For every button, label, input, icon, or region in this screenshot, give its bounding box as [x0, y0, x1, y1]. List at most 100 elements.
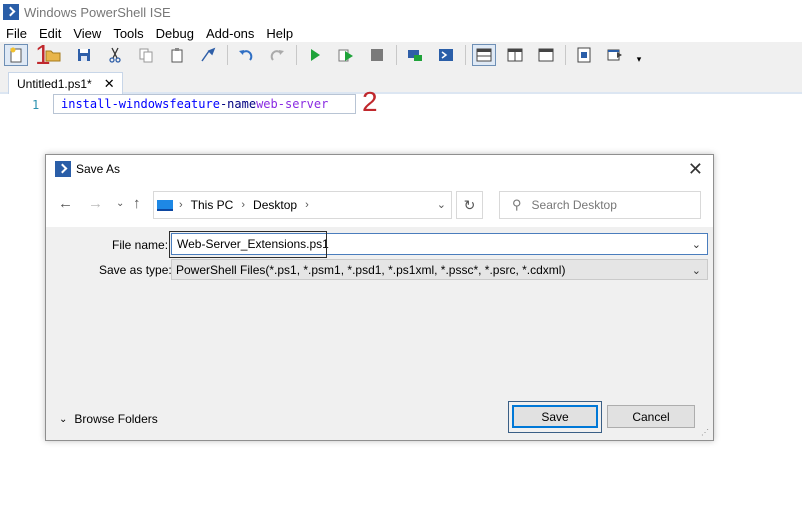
annotation-step-2: 2 [362, 86, 378, 117]
new-remote-tab-icon [408, 50, 422, 61]
undo-button[interactable] [234, 44, 258, 66]
paste-button[interactable] [165, 44, 189, 66]
file-name-label: File name: [112, 238, 169, 252]
tab-strip: Untitled1.ps1* ✕ [0, 68, 802, 94]
code-argument: web-server [256, 97, 329, 111]
start-powershell-icon [439, 49, 453, 61]
code-command: install-windowsfeature [61, 97, 220, 111]
cut-button[interactable] [103, 44, 127, 66]
show-script-pane-top-button[interactable] [472, 44, 496, 66]
toolbar-separator [296, 45, 297, 65]
new-remote-tab-button[interactable] [403, 44, 427, 66]
dialog-title: Save As [76, 162, 121, 176]
save-as-type-dropdown-chevron-icon[interactable]: ⌄ [692, 264, 701, 277]
dialog-navigation-bar: ← → ⌄ ↑ › This PC › Desktop › ⌄ ↻ ⚲ Sear… [46, 183, 713, 227]
back-arrow-icon[interactable]: ← [58, 195, 73, 212]
stop-button[interactable] [365, 44, 389, 66]
title-bar: Windows PowerShell ISE [0, 0, 802, 24]
menu-debug[interactable]: Debug [150, 26, 200, 41]
show-command-window-icon [577, 47, 591, 63]
code-parameter: -name [219, 97, 257, 111]
search-icon: ⚲ [512, 197, 522, 212]
breadcrumb-desktop[interactable]: Desktop [253, 198, 297, 212]
file-name-dropdown-chevron-icon[interactable]: ⌄ [692, 238, 701, 251]
show-script-pane-right-icon [507, 48, 523, 62]
annotation-step-1: 1 [35, 39, 51, 70]
run-script-button[interactable] [303, 44, 327, 66]
toolbar-more-button[interactable]: ▾ [634, 48, 644, 70]
chevron-down-icon: ⌄ [59, 413, 68, 425]
breadcrumb-chevron-icon: › [241, 199, 246, 211]
tab-label: Untitled1.ps1* [17, 76, 92, 91]
toolbar: ▾ [0, 42, 802, 68]
breadcrumb-this-pc[interactable]: This PC [191, 198, 234, 212]
toolbar-separator [465, 45, 466, 65]
toolbar-separator [396, 45, 397, 65]
more-icon: ▾ [636, 53, 642, 64]
dialog-title-bar: Save As ✕ [46, 155, 713, 183]
cancel-button[interactable]: Cancel [607, 405, 695, 428]
tab-close-icon[interactable]: ✕ [104, 76, 115, 92]
menu-add-ons[interactable]: Add-ons [200, 26, 260, 41]
run-selection-icon [338, 49, 353, 62]
show-script-pane-maximized-button[interactable] [534, 44, 558, 66]
menu-view[interactable]: View [67, 26, 107, 41]
show-script-pane-maximized-icon [538, 48, 554, 62]
copy-button[interactable] [134, 44, 158, 66]
menu-help[interactable]: Help [260, 26, 299, 41]
address-dropdown-chevron-icon[interactable]: ⌄ [437, 198, 446, 211]
forward-arrow-icon[interactable]: → [88, 195, 103, 212]
stop-icon [371, 49, 383, 61]
search-placeholder: Search Desktop [531, 198, 617, 212]
start-powershell-button[interactable] [434, 44, 458, 66]
powershell-app-icon [3, 4, 19, 20]
new-script-icon [10, 47, 22, 63]
cut-icon [109, 47, 121, 63]
show-script-pane-right-button[interactable] [503, 44, 527, 66]
save-button[interactable]: Save [512, 405, 598, 428]
tab-untitled1[interactable]: Untitled1.ps1* ✕ [8, 72, 123, 94]
save-icon [78, 49, 90, 61]
browse-folders-toggle[interactable]: ⌄ Browse Folders [59, 412, 158, 426]
file-name-highlight-box [169, 231, 327, 258]
save-as-dialog: Save As ✕ ← → ⌄ ↑ › This PC › Desktop › … [45, 154, 714, 441]
menu-file[interactable]: File [0, 26, 33, 41]
toolbar-separator [565, 45, 566, 65]
run-script-icon [311, 49, 320, 61]
redo-button[interactable] [265, 44, 289, 66]
window-title: Windows PowerShell ISE [24, 4, 171, 20]
new-script-button[interactable] [4, 44, 28, 66]
save-as-type-select[interactable]: PowerShell Files(*.ps1, *.psm1, *.psd1, … [171, 259, 708, 280]
refresh-button[interactable]: ↻ [456, 191, 483, 219]
show-command-addon-icon [607, 49, 622, 61]
paste-icon [171, 48, 183, 63]
save-button[interactable] [72, 44, 96, 66]
code-line-1[interactable]: install-windowsfeature -name web-server [53, 94, 356, 114]
refresh-icon: ↻ [463, 196, 476, 213]
clear-console-button[interactable] [196, 44, 220, 66]
menu-bar: File Edit View Tools Debug Add-ons Help [0, 24, 802, 42]
address-bar[interactable]: › This PC › Desktop › ⌄ [153, 191, 452, 219]
dialog-close-icon[interactable]: ✕ [688, 159, 703, 180]
redo-icon [270, 50, 284, 61]
computer-icon [157, 199, 173, 211]
breadcrumb-chevron-icon: › [305, 199, 309, 211]
show-command-window-button[interactable] [572, 44, 596, 66]
file-name-input[interactable]: Web-Server_Extensions.ps1 ⌄ [169, 231, 708, 258]
clear-console-icon [201, 47, 216, 62]
powershell-dialog-icon [55, 161, 71, 177]
toolbar-separator [227, 45, 228, 65]
show-script-pane-top-icon [476, 48, 492, 62]
powershell-ise-window: Windows PowerShell ISE File Edit View To… [0, 0, 802, 517]
up-arrow-icon[interactable]: ↑ [133, 195, 141, 212]
save-as-type-value: PowerShell Files(*.ps1, *.psm1, *.psd1, … [176, 262, 566, 277]
show-command-addon-button[interactable] [603, 44, 627, 66]
breadcrumb-chevron-icon: › [179, 199, 183, 211]
recent-locations-chevron-icon[interactable]: ⌄ [116, 198, 124, 209]
line-number: 1 [32, 98, 40, 112]
undo-icon [239, 50, 253, 61]
run-selection-button[interactable] [334, 44, 358, 66]
menu-tools[interactable]: Tools [107, 26, 149, 41]
search-box[interactable]: ⚲ Search Desktop [499, 191, 701, 219]
resize-grip-icon[interactable]: ⋰ [701, 428, 711, 438]
